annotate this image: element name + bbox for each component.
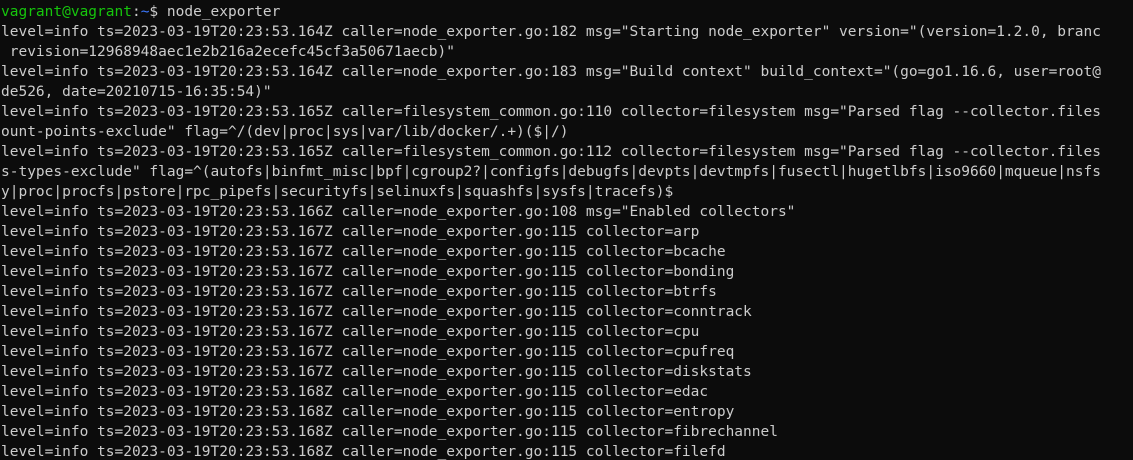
log-line: level=info ts=2023-03-19T20:23:53.168Z c… (1, 444, 726, 460)
terminal-output: vagrant@vagrant:~$ node_exporter level=i… (1, 2, 1133, 460)
log-line: level=info ts=2023-03-19T20:23:53.164Z c… (1, 64, 1101, 80)
log-line: level=info ts=2023-03-19T20:23:53.168Z c… (1, 424, 778, 440)
prompt-symbol: $ (149, 4, 167, 20)
log-line: ount-points-exclude" flag=^/(dev|proc|sy… (1, 124, 569, 140)
log-line: level=info ts=2023-03-19T20:23:53.166Z c… (1, 204, 796, 220)
log-line: level=info ts=2023-03-19T20:23:53.168Z c… (1, 384, 709, 400)
log-line: level=info ts=2023-03-19T20:23:53.167Z c… (1, 244, 726, 260)
log-line: level=info ts=2023-03-19T20:23:53.167Z c… (1, 324, 700, 340)
terminal-window[interactable]: vagrant@vagrant:~$ node_exporter level=i… (0, 0, 1133, 460)
log-line: level=info ts=2023-03-19T20:23:53.164Z c… (1, 24, 1101, 40)
prompt-separator: : (131, 4, 141, 20)
log-line: level=info ts=2023-03-19T20:23:53.167Z c… (1, 284, 717, 300)
log-line: level=info ts=2023-03-19T20:23:53.167Z c… (1, 264, 735, 280)
log-line: level=info ts=2023-03-19T20:23:53.168Z c… (1, 404, 735, 420)
log-line: level=info ts=2023-03-19T20:23:53.167Z c… (1, 364, 752, 380)
log-line: s-types-exclude" flag=^(autofs|binfmt_mi… (1, 164, 1101, 180)
prompt-command: node_exporter (166, 4, 281, 20)
prompt-line: vagrant@vagrant:~$ node_exporter (1, 2, 1133, 22)
log-line: level=info ts=2023-03-19T20:23:53.165Z c… (1, 144, 1101, 160)
log-line: y|proc|procfs|pstore|rpc_pipefs|security… (1, 184, 674, 200)
log-line: level=info ts=2023-03-19T20:23:53.167Z c… (1, 344, 735, 360)
log-line: level=info ts=2023-03-19T20:23:53.167Z c… (1, 224, 700, 240)
log-line: level=info ts=2023-03-19T20:23:53.167Z c… (1, 304, 752, 320)
log-line: de526, date=20210715-16:35:54)" (1, 84, 272, 100)
prompt-user-host: vagrant@vagrant (1, 4, 132, 20)
log-line: level=info ts=2023-03-19T20:23:53.165Z c… (1, 104, 1101, 120)
log-line: revision=12968948aec1e2b216a2ecefc45cf3a… (1, 44, 455, 60)
